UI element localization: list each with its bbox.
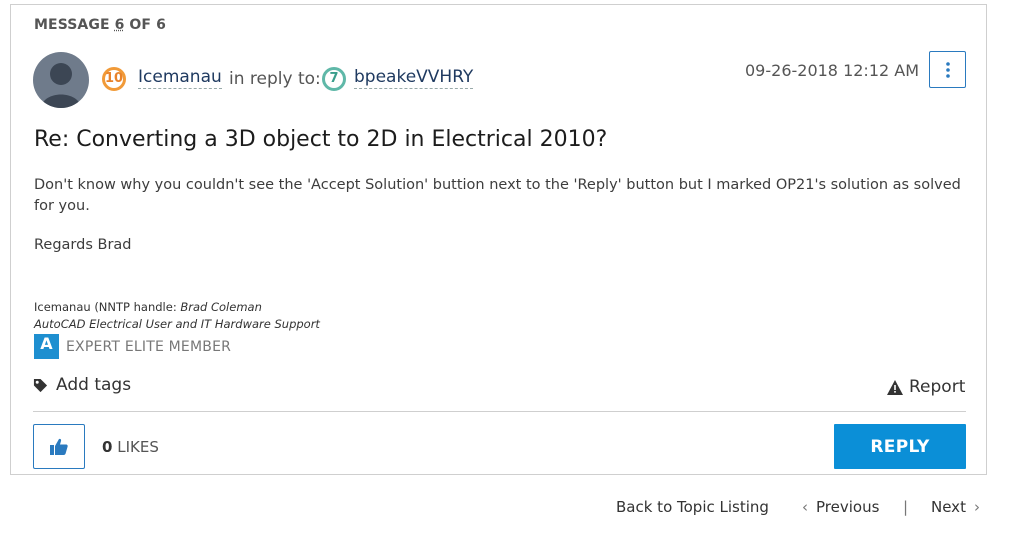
user-silhouette-icon xyxy=(41,63,81,108)
thumbs-up-icon xyxy=(50,438,68,455)
expert-elite-label: EXPERT ELITE MEMBER xyxy=(66,339,232,355)
post-regards: Regards Brad xyxy=(34,237,132,253)
post-timestamp: 09-26-2018 12:12 AM xyxy=(745,61,920,80)
next-link[interactable]: Next › xyxy=(931,498,980,516)
post-body: Don't know why you couldn't see the 'Acc… xyxy=(34,177,961,214)
expert-elite-logo: A xyxy=(34,334,59,359)
chevron-left-icon: ‹ xyxy=(802,498,808,516)
in-reply-label: in reply to: xyxy=(229,69,321,89)
tag-icon xyxy=(33,378,48,392)
reply-to-user-link[interactable]: bpeakeVVHRY xyxy=(354,67,474,89)
signature-line-1: Icemanau (NNTP handle: Brad Coleman xyxy=(34,300,262,314)
post-subject: Re: Converting a 3D object to 2D in Elec… xyxy=(34,127,608,152)
message-index[interactable]: 6 xyxy=(115,17,125,33)
chevron-right-icon: › xyxy=(973,498,980,516)
previous-link[interactable]: ‹ Previous xyxy=(802,498,879,516)
message-counter: MESSAGE 6 OF 6 xyxy=(34,17,166,33)
like-button[interactable] xyxy=(33,424,85,469)
author-rank-badge: 10 xyxy=(102,67,126,91)
warning-icon xyxy=(887,379,903,395)
author-link[interactable]: Icemanau xyxy=(138,67,222,89)
reply-button[interactable]: REPLY xyxy=(834,424,966,469)
back-to-topic-link[interactable]: Back to Topic Listing xyxy=(616,498,769,516)
nav-separator: | xyxy=(903,498,909,516)
avatar[interactable] xyxy=(33,52,89,108)
likes-count: 0 LIKES xyxy=(102,438,159,456)
reply-to-rank-badge: 7 xyxy=(322,67,346,91)
message-card: MESSAGE 6 OF 6 10 Icemanau in reply to: … xyxy=(10,4,987,475)
divider xyxy=(33,411,966,412)
kebab-menu-icon xyxy=(945,61,950,78)
options-menu-button[interactable] xyxy=(929,51,966,88)
add-tags-link[interactable]: Add tags xyxy=(33,375,131,395)
signature-line-2: AutoCAD Electrical User and IT Hardware … xyxy=(34,317,320,331)
report-link[interactable]: Report xyxy=(887,377,965,397)
